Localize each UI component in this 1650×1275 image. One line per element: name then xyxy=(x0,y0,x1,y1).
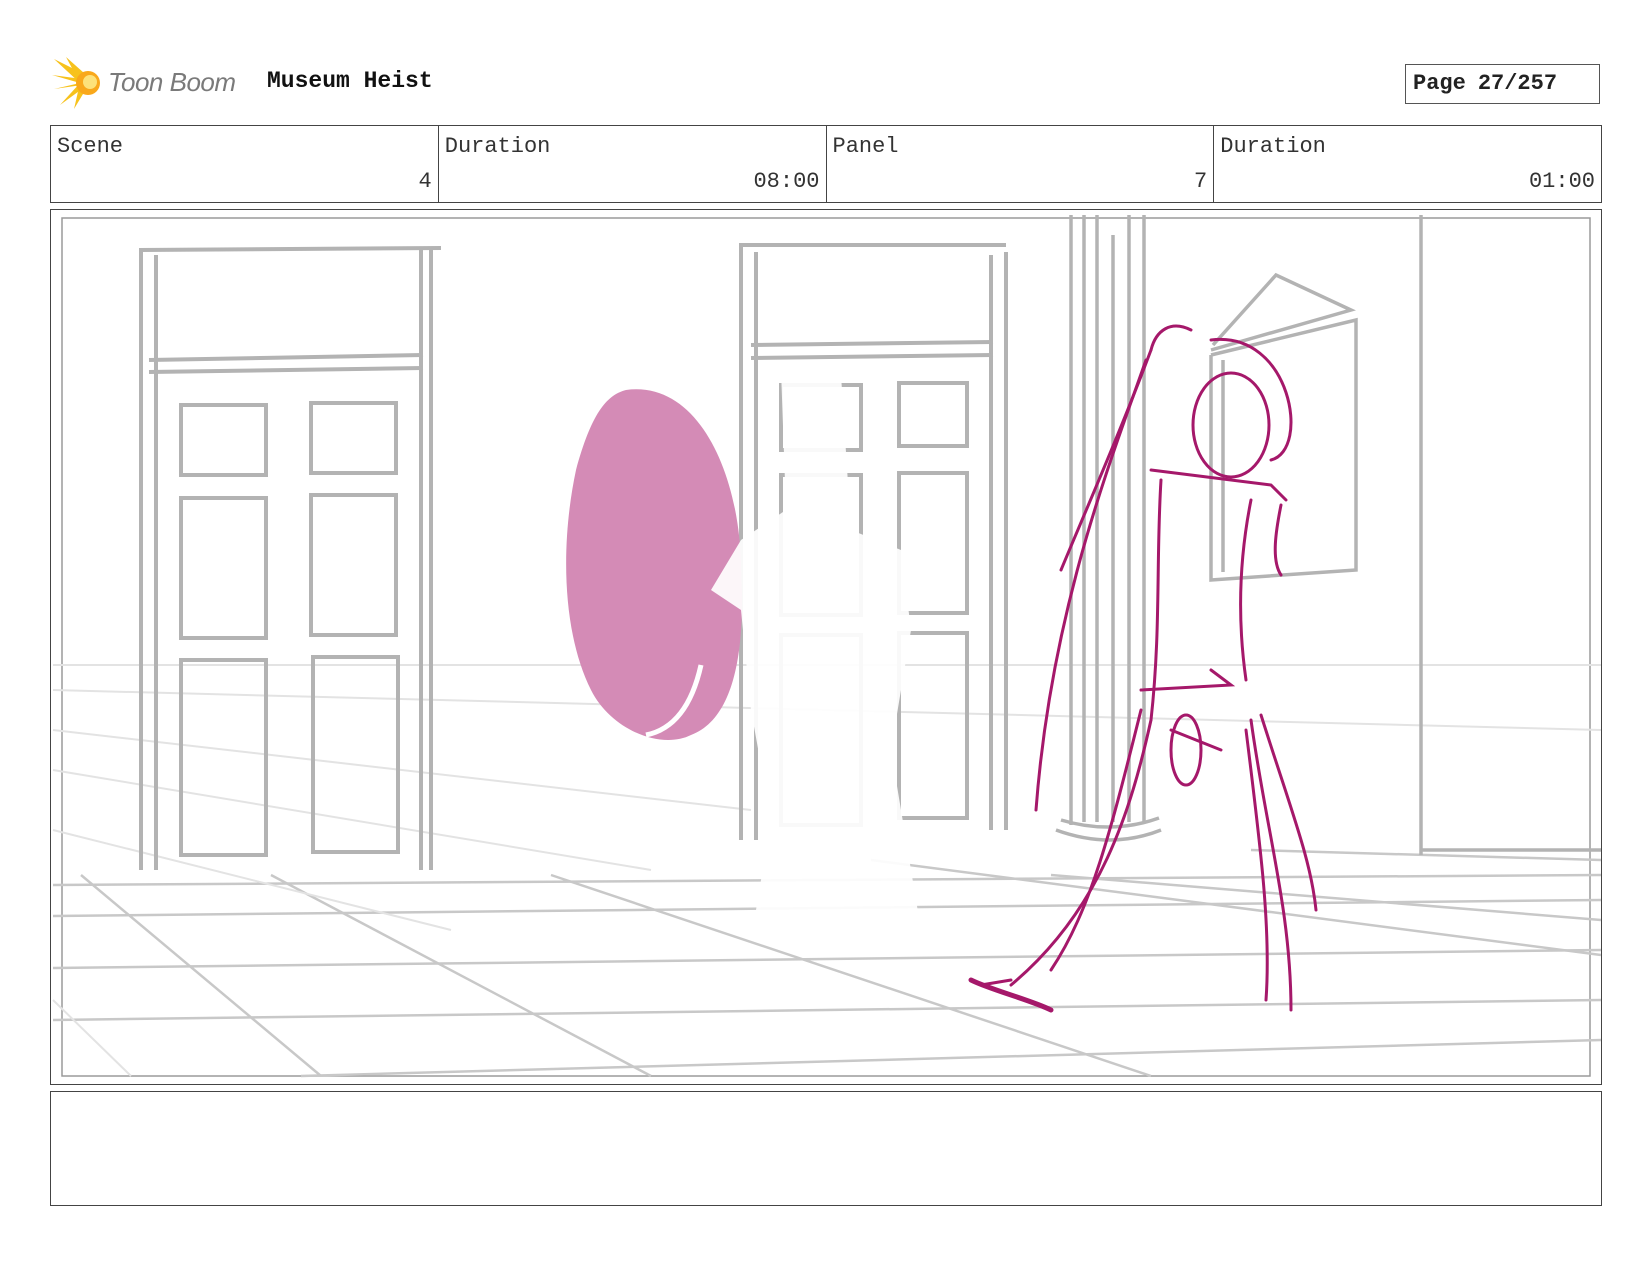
storyboard-panel[interactable] xyxy=(50,209,1602,1085)
logo-text: Toon Boom xyxy=(108,67,236,97)
toon-boom-logo: Toon Boom xyxy=(52,55,252,111)
project-title: Museum Heist xyxy=(267,68,433,94)
scene-duration-label: Duration xyxy=(444,134,551,159)
page-number: 27/257 xyxy=(1477,71,1558,96)
panel-value: 7 xyxy=(1194,169,1208,194)
page-label: Page xyxy=(1413,71,1466,96)
scene-duration-cell: Duration 08:00 xyxy=(439,126,827,202)
page-indicator: Page 27/257 xyxy=(1405,64,1600,104)
pink-blob xyxy=(566,389,742,740)
panel-sketch xyxy=(52,215,1601,1078)
panel-label: Panel xyxy=(832,134,899,159)
starburst-icon xyxy=(52,57,100,109)
wall-painting xyxy=(1209,215,1601,855)
scene-label: Scene xyxy=(57,134,124,159)
scene-value: 4 xyxy=(418,169,432,194)
page-header: Toon Boom Museum Heist Page 27/257 xyxy=(52,55,1602,115)
panel-notes[interactable] xyxy=(50,1091,1602,1206)
panel-cell: Panel 7 xyxy=(827,126,1215,202)
panel-duration-label: Duration xyxy=(1220,134,1326,159)
panel-duration-cell: Duration 01:00 xyxy=(1214,126,1601,202)
scene-cell: Scene 4 xyxy=(51,126,439,202)
panel-duration-value: 01:00 xyxy=(1528,169,1595,194)
left-door xyxy=(139,246,442,870)
scene-duration-value: 08:00 xyxy=(753,169,820,194)
shot-info-row: Scene 4 Duration 08:00 Panel 7 Duration … xyxy=(50,125,1602,203)
